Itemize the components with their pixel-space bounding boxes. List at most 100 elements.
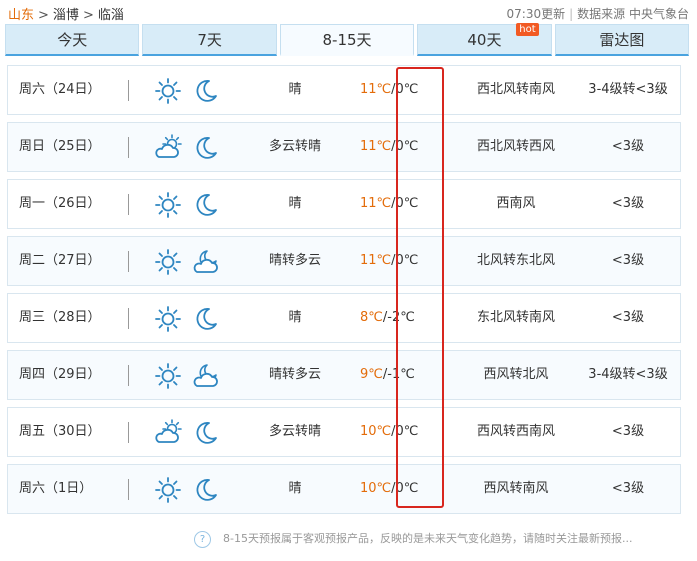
tab-label: 40天 <box>467 31 502 49</box>
moon-icon <box>192 191 220 219</box>
wind-level: <3级 <box>611 139 645 154</box>
divider <box>128 137 129 158</box>
wind-level: 3-4级转<3级 <box>588 82 668 97</box>
day-label: 周三（28日） <box>19 310 101 325</box>
sun-icon <box>154 248 182 276</box>
temp-high: 10℃ <box>360 481 392 496</box>
weather-description: 晴 <box>288 82 302 97</box>
sun-icon <box>154 77 182 105</box>
wind-direction: 西北风转南风 <box>476 82 555 97</box>
day-label: 周六（1日） <box>19 481 93 496</box>
temperature: 9℃/-1℃ <box>360 351 415 399</box>
wind-direction: 西南风 <box>496 196 536 211</box>
temp-high: 11℃ <box>360 139 392 154</box>
divider <box>128 80 129 101</box>
temperature: 11℃/0℃ <box>360 123 418 171</box>
day-label: 周六（24日） <box>19 82 101 97</box>
temp-low: /0℃ <box>391 139 419 154</box>
tab-7-days[interactable]: 7天 <box>142 24 277 56</box>
temperature: 8℃/-2℃ <box>360 294 415 342</box>
temperature: 11℃/0℃ <box>360 66 418 114</box>
weather-description: 晴转多云 <box>268 253 321 268</box>
sun-icon <box>154 191 182 219</box>
temp-high: 11℃ <box>360 82 392 97</box>
moon-icon <box>192 476 220 504</box>
wind-direction: 东北风转南风 <box>476 310 555 325</box>
forecast-row: 周一（26日） 晴 11℃/0℃ 西南风 <3级 <box>7 179 681 229</box>
temp-low: /-2℃ <box>382 310 415 325</box>
sun-icon <box>154 362 182 390</box>
update-info: 07:30更新 | 数据来源 中央气象台 <box>507 5 689 22</box>
temp-low: /0℃ <box>391 82 419 97</box>
footnote: ? 8-15天预报属于客观预报产品，反映的是未来天气变化趋势，请随时关注最新预报.… <box>194 530 632 548</box>
sun-icon <box>154 476 182 504</box>
temp-high: 8℃ <box>360 310 383 325</box>
day-label: 周一（26日） <box>19 196 101 211</box>
tab-8-15-days[interactable]: 8-15天 <box>279 24 415 56</box>
weather-description: 晴转多云 <box>268 367 321 382</box>
tab-40-days[interactable]: 40天 hot <box>417 23 552 56</box>
tab-label: 8-15天 <box>322 31 372 49</box>
divider <box>128 308 129 329</box>
weather-description: 晴 <box>288 481 302 496</box>
wind-direction: 西北风转西风 <box>476 139 555 154</box>
tab-label: 今天 <box>57 31 88 49</box>
divider <box>128 365 129 386</box>
wind-level: <3级 <box>611 310 645 325</box>
tab-today[interactable]: 今天 <box>5 24 140 56</box>
data-source: 数据来源 中央气象台 <box>577 7 689 21</box>
forecast-row: 周日（25日） 多云转晴 11℃/0℃ 西北风转西风 <3级 <box>7 122 681 172</box>
wind-level: <3级 <box>611 196 645 211</box>
day-label: 周二（27日） <box>19 253 101 268</box>
tab-radar[interactable]: 雷达图 <box>554 24 690 56</box>
divider <box>128 479 129 500</box>
hot-badge: hot <box>516 23 539 36</box>
footnote-text: 8-15天预报属于客观预报产品，反映的是未来天气变化趋势，请随时关注最新预报..… <box>223 532 633 545</box>
temp-high: 11℃ <box>360 196 392 211</box>
weather-description: 多云转晴 <box>268 424 321 439</box>
breadcrumb-province[interactable]: 山东 <box>8 8 34 23</box>
temperature: 11℃/0℃ <box>360 180 418 228</box>
temp-low: /0℃ <box>391 253 419 268</box>
cloudy-night-icon <box>192 362 220 390</box>
forecast-row: 周五（30日） 多云转晴 10℃/0℃ 西风转西南风 <3级 <box>7 407 681 457</box>
forecast-row: 周三（28日） 晴 8℃/-2℃ 东北风转南风 <3级 <box>7 293 681 343</box>
divider <box>128 251 129 272</box>
temp-low: /0℃ <box>391 424 419 439</box>
breadcrumb-district: 临淄 <box>97 8 124 23</box>
temp-low: /0℃ <box>391 196 419 211</box>
day-label: 周五（30日） <box>19 424 101 439</box>
update-time: 07:30更新 <box>506 7 566 21</box>
wind-direction: 西风转西南风 <box>476 424 555 439</box>
temp-low: /-1℃ <box>382 367 415 382</box>
header-divider: | <box>569 7 574 21</box>
breadcrumb-city[interactable]: 淄博 <box>53 8 79 23</box>
divider <box>128 422 129 443</box>
wind-level: <3级 <box>611 424 645 439</box>
forecast-row: 周二（27日） 晴转多云 11℃/0℃ 北风转东北风 <3级 <box>7 236 681 286</box>
temp-high: 9℃ <box>360 367 383 382</box>
partly-cloudy-icon <box>154 419 182 447</box>
weather-description: 晴 <box>288 196 302 211</box>
wind-level: <3级 <box>611 481 645 496</box>
breadcrumb-separator: > <box>38 8 49 23</box>
wind-direction: 西风转南风 <box>483 481 549 496</box>
forecast-row: 周六（24日） 晴 11℃/0℃ 西北风转南风 3-4级转<3级 <box>7 65 681 115</box>
day-label: 周四（29日） <box>19 367 101 382</box>
temperature: 10℃/0℃ <box>360 408 418 456</box>
day-label: 周日（25日） <box>19 139 101 154</box>
breadcrumb: 山东 > 淄博 > 临淄 <box>8 4 124 23</box>
breadcrumb-separator: > <box>82 8 94 23</box>
forecast-row: 周四（29日） 晴转多云 9℃/-1℃ 西风转北风 3-4级转<3级 <box>7 350 681 400</box>
question-icon[interactable]: ? <box>194 530 211 548</box>
tab-label: 7天 <box>197 31 222 49</box>
forecast-row: 周六（1日） 晴 10℃/0℃ 西风转南风 <3级 <box>7 464 681 514</box>
wind-level: <3级 <box>611 253 645 268</box>
weather-description: 多云转晴 <box>268 139 321 154</box>
forecast-list: 周六（24日）晴 11℃/0℃ 西北风转南风 3-4级转<3级 周日（25日） 多云转晴… <box>7 65 681 521</box>
temp-high: 11℃ <box>360 253 392 268</box>
wind-direction: 西风转北风 <box>483 367 549 382</box>
sun-icon <box>154 305 182 333</box>
wind-direction: 北风转东北风 <box>476 253 555 268</box>
moon-icon <box>192 134 220 162</box>
